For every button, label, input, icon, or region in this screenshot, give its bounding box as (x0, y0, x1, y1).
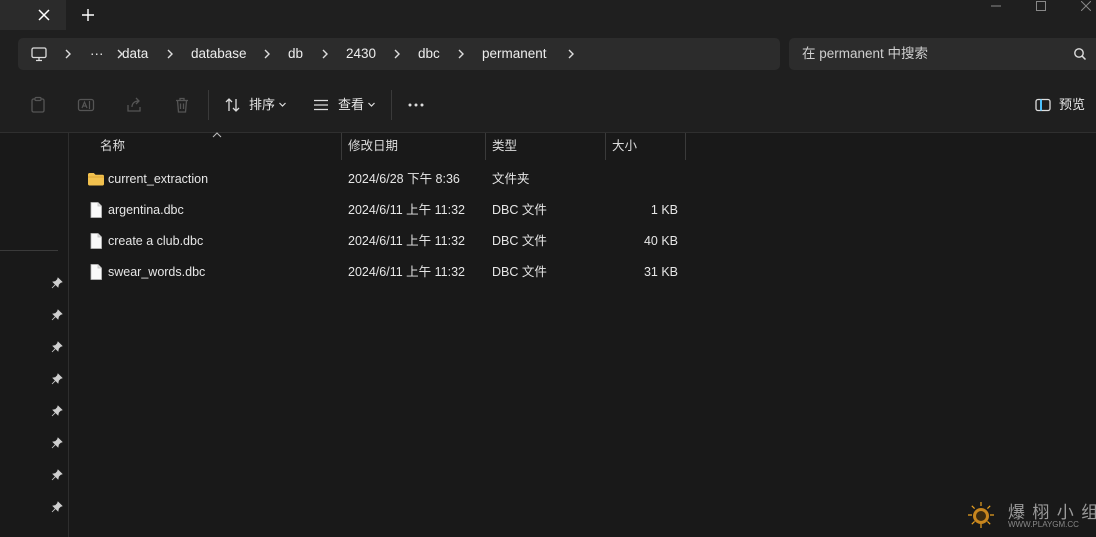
column-header-name[interactable]: 名称 (100, 133, 125, 160)
file-name: swear_words.dbc (108, 265, 206, 279)
watermark-url: WWW.PLAYGM.CC (1008, 520, 1079, 529)
delete-icon[interactable] (173, 96, 191, 114)
watermark-logo (966, 500, 996, 530)
pin-icon[interactable] (51, 437, 63, 449)
share-icon[interactable] (125, 96, 143, 114)
more-options-icon[interactable] (407, 96, 425, 114)
pin-icon[interactable] (51, 405, 63, 417)
column-divider[interactable] (605, 133, 606, 160)
toolbar-divider (208, 90, 209, 120)
column-header-type[interactable]: 类型 (492, 133, 517, 160)
file-type: 文件夹 (492, 172, 530, 186)
sort-ascending-icon (211, 131, 223, 139)
column-divider[interactable] (485, 133, 486, 160)
breadcrumb-dbc[interactable]: dbc (418, 38, 440, 70)
this-pc-icon[interactable] (30, 45, 48, 63)
chevron-right-icon (319, 48, 331, 60)
file-date: 2024/6/11 上午 11:32 (348, 203, 465, 217)
preview-pane-button[interactable]: 预览 (1034, 96, 1094, 114)
table-row[interactable]: swear_words.dbc 2024/6/11 上午 11:32 DBC 文… (78, 257, 688, 288)
column-header-date[interactable]: 修改日期 (348, 133, 398, 160)
file-type: DBC 文件 (492, 203, 547, 217)
address-bar[interactable]: ··· data database db 2430 dbc permanent (18, 38, 780, 70)
column-divider[interactable] (685, 133, 686, 160)
file-type: DBC 文件 (492, 234, 547, 248)
search-input[interactable]: 在 permanent 中搜索 (789, 38, 1096, 70)
file-type: DBC 文件 (492, 265, 547, 279)
nav-divider (0, 250, 58, 251)
breadcrumb-permanent[interactable]: permanent (482, 38, 547, 70)
view-label: 查看 (338, 97, 365, 112)
file-size: 1 KB (650, 203, 678, 217)
chevron-right-icon (261, 48, 273, 60)
file-date: 2024/6/11 上午 11:32 (348, 234, 465, 248)
chevron-down-icon (367, 100, 376, 109)
file-name: create a club.dbc (108, 234, 204, 248)
breadcrumb-2430[interactable]: 2430 (346, 38, 376, 70)
rename-icon[interactable] (77, 96, 95, 114)
view-button[interactable]: 查看 (312, 96, 384, 114)
paste-icon[interactable] (29, 96, 47, 114)
close-tab-icon[interactable] (34, 5, 54, 25)
pin-icon[interactable] (51, 501, 63, 513)
explorer-tab[interactable] (0, 0, 66, 30)
file-size: 40 KB (643, 234, 678, 248)
minimize-icon[interactable] (986, 0, 1006, 12)
file-name: argentina.dbc (108, 203, 184, 217)
chevron-down-icon (278, 100, 287, 109)
file-icon (87, 263, 105, 281)
pin-icon[interactable] (51, 277, 63, 289)
sort-icon (224, 96, 242, 114)
title-bar (0, 0, 1096, 30)
preview-label: 预览 (1059, 97, 1086, 112)
file-date: 2024/6/11 上午 11:32 (348, 265, 465, 279)
table-row[interactable]: create a club.dbc 2024/6/11 上午 11:32 DBC… (78, 226, 688, 257)
sort-label: 排序 (249, 97, 276, 112)
chevron-right-icon (391, 48, 403, 60)
file-icon (87, 201, 105, 219)
breadcrumb-database[interactable]: database (191, 38, 247, 70)
preview-pane-icon (1034, 96, 1052, 114)
maximize-icon[interactable] (1031, 0, 1051, 12)
table-row[interactable]: current_extraction 2024/6/28 下午 8:36 文件夹 (78, 164, 688, 195)
column-header-size[interactable]: 大小 (612, 133, 637, 160)
pin-icon[interactable] (51, 373, 63, 385)
file-icon (87, 232, 105, 250)
file-size: 31 KB (643, 265, 678, 279)
pin-icon[interactable] (51, 309, 63, 321)
command-bar: 排序 查看 预览 (0, 78, 1096, 133)
breadcrumb-db[interactable]: db (288, 38, 303, 70)
file-date: 2024/6/28 下午 8:36 (348, 172, 460, 186)
pin-icon[interactable] (51, 341, 63, 353)
close-window-icon[interactable] (1076, 0, 1096, 12)
chevron-right-icon[interactable] (565, 48, 577, 60)
folder-icon (87, 170, 105, 188)
sort-button[interactable]: 排序 (222, 96, 294, 114)
toolbar-divider (391, 90, 392, 120)
view-list-icon (312, 96, 330, 114)
chevron-right-icon (62, 48, 74, 60)
new-tab-icon[interactable] (78, 5, 98, 25)
chevron-right-icon (455, 48, 467, 60)
column-divider[interactable] (341, 133, 342, 160)
pin-icon[interactable] (51, 469, 63, 481)
chevron-right-icon (164, 48, 176, 60)
table-row[interactable]: argentina.dbc 2024/6/11 上午 11:32 DBC 文件 … (78, 195, 688, 226)
file-name: current_extraction (108, 172, 209, 186)
search-icon[interactable] (1073, 47, 1087, 61)
breadcrumb-more[interactable]: ··· (90, 38, 104, 70)
search-placeholder: 在 permanent 中搜索 (802, 46, 929, 61)
breadcrumb-data[interactable]: data (122, 38, 148, 70)
